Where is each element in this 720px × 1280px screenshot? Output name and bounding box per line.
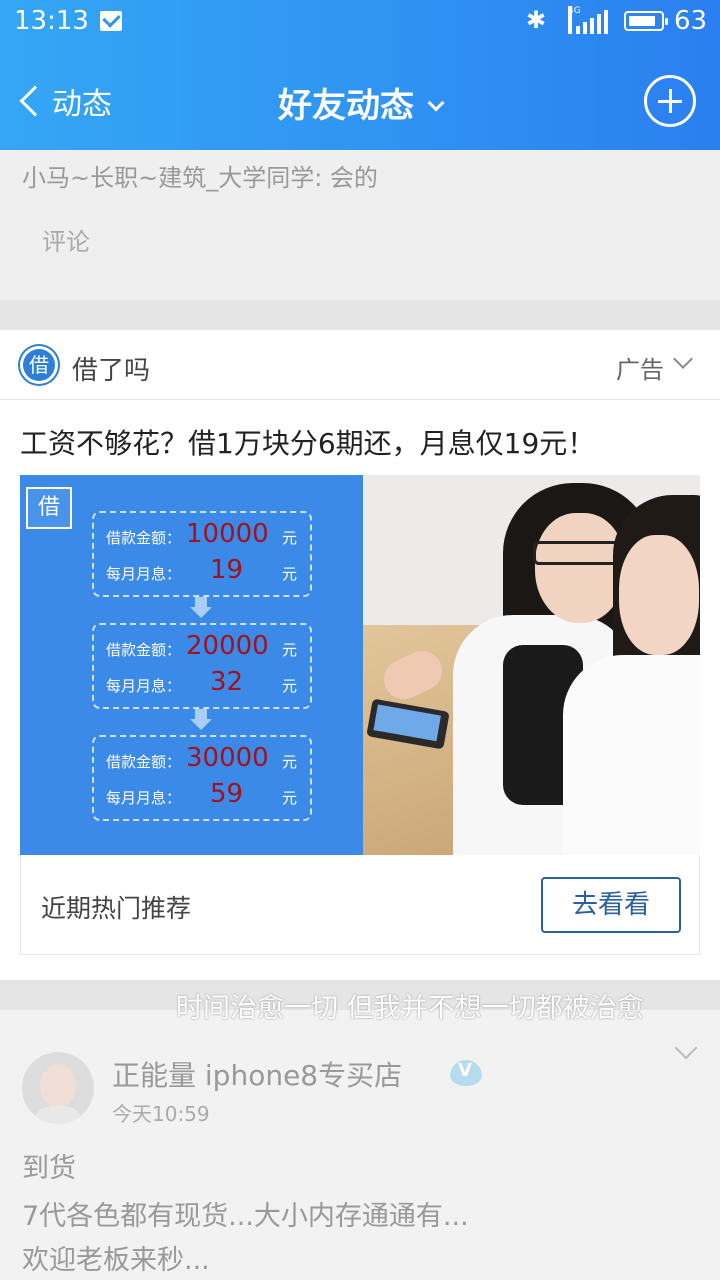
loan-info-panel: 借 借款金额： 10000 元 每月月息： 19 元 借款金额： 20000 元… (20, 475, 363, 855)
battery-icon (624, 11, 668, 31)
ad-headline[interactable]: 工资不够花？借1万块分6期还，月息仅19元！ (20, 422, 595, 462)
battery-percent: 63 (674, 6, 708, 36)
page-title-dropdown[interactable]: 好友动态 (0, 78, 720, 127)
interest-unit: 元 (282, 565, 298, 583)
advertiser-logo[interactable]: 借 (20, 346, 58, 384)
post-text-line: 7代各色都有现货...大小内存通通有... (22, 1201, 469, 1232)
post-time: 今天10:59 (112, 1102, 210, 1126)
nav-bar: 动态 好友动态 (0, 50, 720, 150)
interest-label: 每月月息： (106, 565, 182, 583)
app-header: 13:13 ✱ 4G 63 动态 好友动态 (0, 0, 720, 150)
add-post-button[interactable] (644, 75, 696, 127)
post-username[interactable]: 正能量 iphone8专买店 (112, 1054, 402, 1094)
avatar[interactable] (22, 1052, 94, 1124)
arrow-down-icon (190, 709, 212, 731)
chevron-down-icon (427, 94, 445, 112)
amount-label: 借款金额： (106, 641, 182, 659)
previous-post-tail: 小马~长职~建筑_大学同学: 会的 评论 (0, 150, 720, 300)
interest-label: 每月月息： (106, 789, 182, 807)
status-time: 13:13 (14, 6, 89, 36)
go-see-button[interactable]: 去看看 (541, 877, 681, 933)
post-text-line: 欢迎老板来秒... (22, 1245, 210, 1276)
signal-icon: 4G (568, 6, 608, 34)
loan-amount: 20000 (186, 631, 269, 661)
amount-label: 借款金额： (106, 753, 182, 771)
amount-unit: 元 (282, 529, 298, 547)
comment-button[interactable]: 评论 (42, 222, 90, 257)
ad-photo (363, 475, 700, 855)
banner-logo: 借 (26, 487, 72, 529)
watermark-text: 时间治愈一切 但我并不想一切都被治愈 (176, 993, 644, 1024)
page-title: 好友动态 (278, 86, 414, 126)
arrow-down-icon (190, 597, 212, 619)
post-text-line: 到货 (22, 1153, 76, 1184)
loan-amount: 10000 (186, 519, 269, 549)
loan-option: 借款金额： 20000 元 每月月息： 32 元 (92, 623, 312, 709)
verified-badge-icon (446, 1058, 486, 1090)
advertiser-name[interactable]: 借了吗 (72, 350, 150, 387)
interest-unit: 元 (282, 677, 298, 695)
feed-divider (0, 300, 720, 330)
mail-notification-icon (100, 11, 122, 31)
chevron-down-icon[interactable] (673, 349, 693, 369)
bluetooth-icon: ✱ (526, 6, 547, 34)
amount-label: 借款金额： (106, 529, 182, 547)
amount-unit: 元 (282, 753, 298, 771)
chevron-down-icon[interactable] (674, 1036, 698, 1060)
ad-footer: 近期热门推荐 去看看 (20, 855, 700, 955)
monthly-interest: 59 (210, 779, 244, 809)
loan-option: 借款金额： 10000 元 每月月息： 19 元 (92, 511, 312, 597)
status-bar: 13:13 ✱ 4G 63 (0, 0, 720, 46)
monthly-interest: 32 (210, 667, 244, 697)
interest-label: 每月月息： (106, 677, 182, 695)
ad-header: 借 借了吗 广告 (0, 330, 720, 400)
loan-option: 借款金额： 30000 元 每月月息： 59 元 (92, 735, 312, 821)
monthly-interest: 19 (210, 555, 244, 585)
ad-banner-image[interactable]: 借 借款金额： 10000 元 每月月息： 19 元 借款金额： 20000 元… (20, 475, 700, 855)
feed-post[interactable]: 时间治愈一切 但我并不想一切都被治愈 正能量 iphone8专买店 今天10:5… (0, 993, 720, 1280)
comment-text: 小马~长职~建筑_大学同学: 会的 (22, 164, 378, 192)
amount-unit: 元 (282, 641, 298, 659)
ad-tag[interactable]: 广告 (616, 350, 664, 385)
interest-unit: 元 (282, 789, 298, 807)
network-type: 4G (568, 6, 581, 34)
ad-footer-text: 近期热门推荐 (41, 894, 192, 923)
loan-amount: 30000 (186, 743, 269, 773)
ad-card: 借 借了吗 广告 工资不够花？借1万块分6期还，月息仅19元！ 借 借款金额： … (0, 330, 720, 980)
